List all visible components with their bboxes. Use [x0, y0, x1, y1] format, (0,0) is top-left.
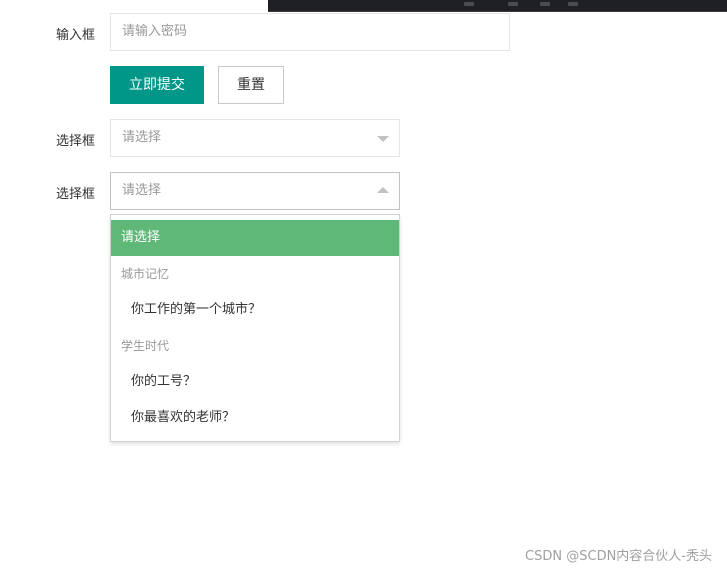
select2-options-list: 请选择 城市记忆 你工作的第一个城市？ 学生时代 你的工号？ 你最喜欢的老师？ — [110, 214, 400, 442]
option-first-work-city[interactable]: 你工作的第一个城市？ — [111, 292, 399, 328]
password-input[interactable]: 请输入密码 — [110, 13, 510, 51]
caret-up-icon — [377, 187, 389, 193]
select2-label: 选择框 — [55, 187, 95, 202]
select2-dropdown[interactable]: 请选择 — [110, 172, 400, 210]
submit-button[interactable]: 立即提交 — [110, 66, 204, 104]
option-placeholder-selected[interactable]: 请选择 — [111, 220, 399, 256]
top-bar-icon — [540, 2, 550, 6]
select1-dropdown[interactable]: 请选择 — [110, 119, 400, 157]
password-placeholder: 请输入密码 — [122, 24, 188, 39]
top-bar-icon — [464, 2, 474, 6]
page: 输入框 请输入密码 立即提交 重置 选择框 请选择 选择框 请选择 请选择 城市… — [0, 0, 727, 571]
option-employee-id[interactable]: 你的工号？ — [111, 364, 399, 400]
option-favorite-teacher[interactable]: 你最喜欢的老师？ — [111, 400, 399, 436]
caret-down-icon — [377, 136, 389, 142]
csdn-watermark: CSDN @SCDN内容合伙人-秃头 — [525, 549, 712, 564]
option-group-label: 学生时代 — [121, 339, 170, 353]
select1-label: 选择框 — [55, 134, 95, 149]
select1-value: 请选择 — [122, 130, 162, 145]
top-bar-icon — [508, 2, 518, 6]
input-label: 输入框 — [55, 28, 95, 43]
browser-top-bar — [268, 0, 727, 12]
select2-value: 请选择 — [122, 183, 162, 198]
option-group-label: 城市记忆 — [121, 267, 170, 281]
top-bar-icon — [568, 2, 578, 6]
reset-button[interactable]: 重置 — [218, 66, 284, 104]
